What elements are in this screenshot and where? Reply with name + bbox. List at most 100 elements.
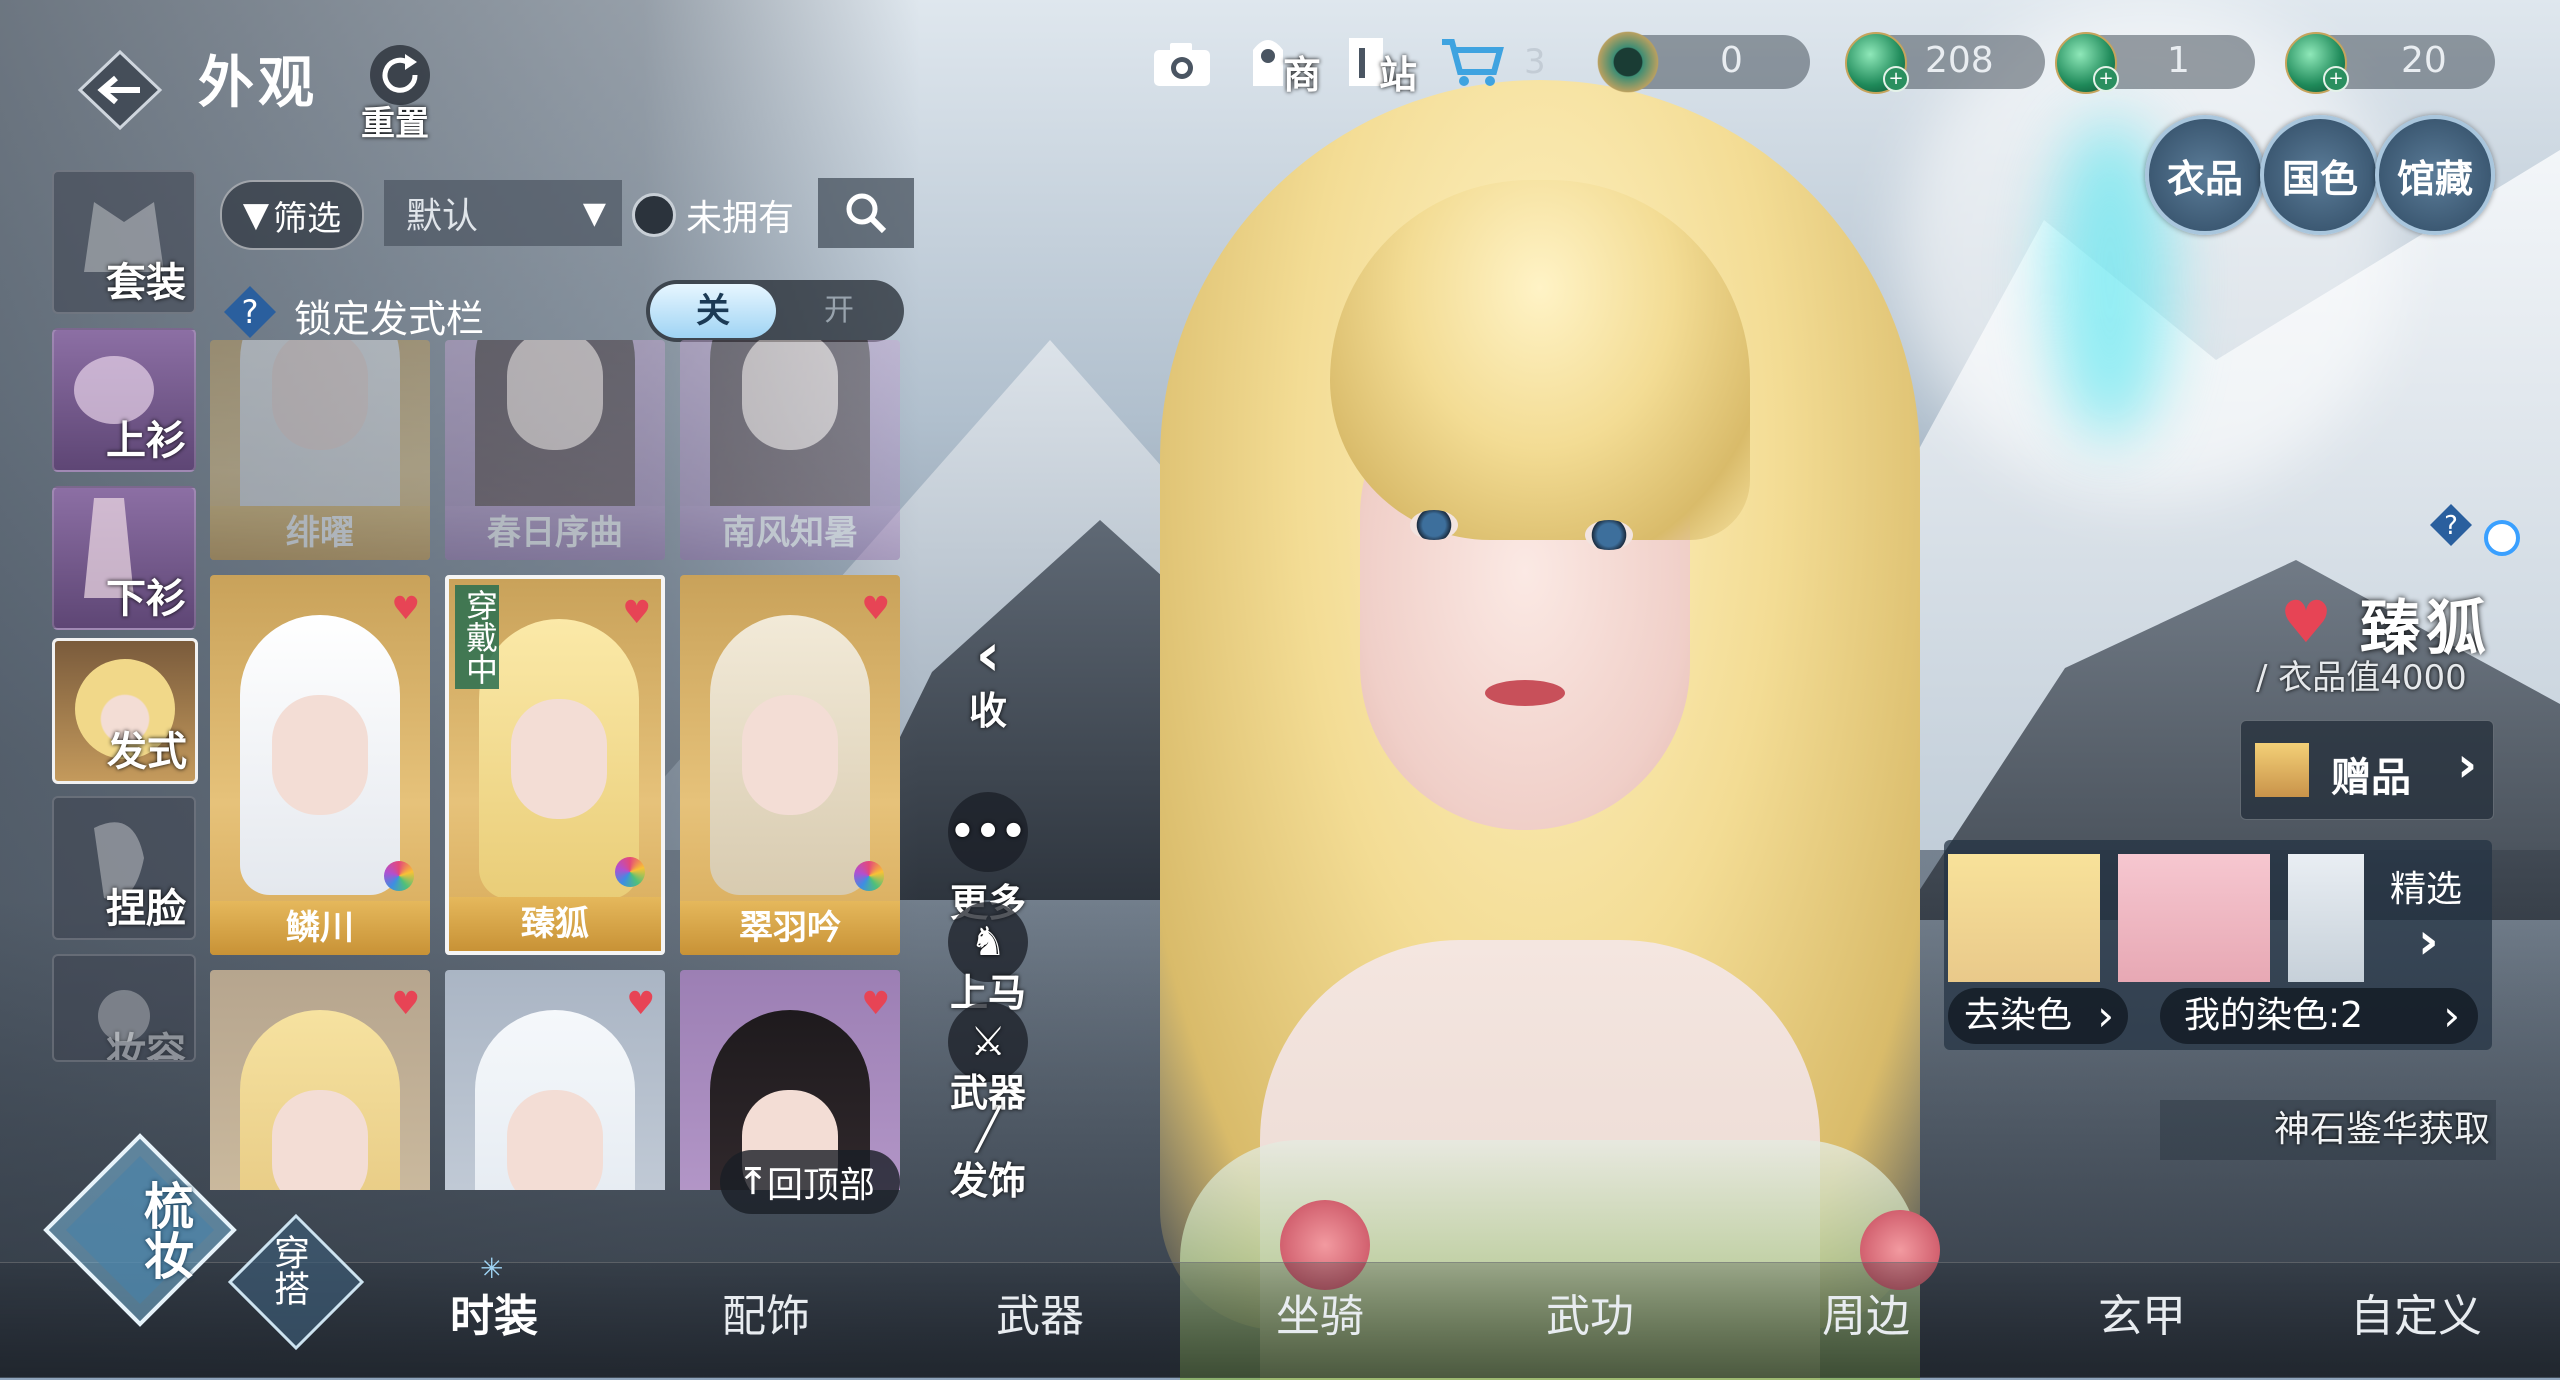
currency-value-gem-1: 208	[1925, 40, 1994, 81]
item-card[interactable]: 南风知暑	[680, 340, 900, 560]
side-tab-label: 下衫	[106, 576, 186, 622]
plus-icon[interactable]: +	[2093, 66, 2119, 92]
jade-ring-icon	[1590, 30, 1666, 94]
favorite-heart-icon[interactable]: ♥	[861, 984, 890, 1022]
tab-custom[interactable]: 自定义	[2350, 1280, 2482, 1344]
info-help-icon[interactable]: ?	[2428, 502, 2474, 548]
hairpin-icon: ╱	[975, 1107, 1001, 1153]
side-tab-suit[interactable]: 套装	[52, 170, 196, 314]
dye-thumbnail-3[interactable]	[2288, 854, 2364, 982]
side-tab-makeup[interactable]: 妆容	[52, 954, 196, 1062]
item-name: 春日序曲	[445, 506, 665, 560]
hair-accessory-label: 发饰	[949, 1159, 1026, 1203]
side-tab-hair[interactable]: 发式	[52, 638, 198, 784]
favorite-heart-icon[interactable]: ♥	[622, 593, 651, 631]
shop-label: 商	[1283, 53, 1322, 97]
favorite-heart-icon[interactable]: ♥	[861, 589, 890, 627]
search-button[interactable]	[818, 178, 914, 248]
more-dots-icon: •••	[948, 792, 1028, 872]
tab-martial[interactable]: 武功	[1546, 1280, 1634, 1344]
side-tab-face[interactable]: 捏脸	[52, 796, 196, 940]
national-color-button[interactable]: 国色	[2260, 115, 2380, 235]
dye-orb-icon	[615, 857, 645, 887]
tab-fashion[interactable]: 时装	[450, 1280, 538, 1344]
currency-gem-2[interactable]: + 1	[2055, 30, 2255, 94]
remove-dye-label: 去染色	[1964, 995, 2073, 1036]
favorite-heart-icon[interactable]: ♥	[391, 589, 420, 627]
reset-button[interactable]: 重置	[350, 40, 440, 144]
tab-weapon[interactable]: 武器	[996, 1280, 1084, 1344]
cart-count: 3	[1524, 42, 1546, 82]
back-arrow-icon	[77, 49, 163, 131]
plus-icon[interactable]: +	[2323, 66, 2349, 92]
search-icon	[846, 193, 887, 234]
station-label: 站	[1379, 53, 1418, 97]
item-card[interactable]: ♥	[445, 970, 665, 1190]
dye-thumbnail-2[interactable]	[2118, 854, 2270, 982]
item-name: 翠羽吟	[680, 901, 900, 955]
currency-gem-3[interactable]: + 20	[2285, 30, 2495, 94]
currency-gem-1[interactable]: + 208	[1845, 30, 2045, 94]
source-link[interactable]: 神石鉴华获取	[2160, 1100, 2496, 1160]
remove-dye-button[interactable]: 去染色 ›	[1948, 988, 2128, 1044]
chevron-right-icon: ›	[2097, 991, 2114, 1040]
filter-button[interactable]: ▼ 筛选	[220, 180, 364, 250]
favorite-heart-icon[interactable]: ♥	[2280, 588, 2332, 656]
dye-thumbnail-1[interactable]	[1948, 854, 2100, 982]
unowned-label: 未拥有	[686, 198, 795, 239]
tab-peripheral[interactable]: 周边	[1822, 1280, 1910, 1344]
side-tab-label: 妆容	[106, 1030, 186, 1062]
tab-mount[interactable]: 坐骑	[1276, 1280, 1364, 1344]
makeup-mode-button[interactable]: 梳妆	[40, 1130, 240, 1330]
item-card[interactable]: 春日序曲	[445, 340, 665, 560]
featured-label: 精选	[2390, 869, 2463, 910]
chevron-right-icon: ›	[2418, 912, 2439, 970]
shop-button[interactable]: 商	[1245, 30, 1325, 100]
info-target-icon[interactable]	[2484, 520, 2520, 556]
tab-accessory[interactable]: 配饰	[722, 1280, 810, 1344]
unowned-toggle[interactable]: 未拥有	[632, 185, 812, 245]
makeup-mode-label: 梳妆	[136, 1180, 194, 1280]
hair-accessory-button[interactable]: ╱ 发饰	[948, 1110, 1028, 1205]
item-name: 鳞川	[210, 901, 430, 955]
item-card[interactable]: ♥	[210, 970, 430, 1190]
side-tab-bottom[interactable]: 下衫	[52, 486, 196, 630]
item-value: / 衣品值4000	[2256, 658, 2467, 698]
chevron-right-icon: ›	[2443, 991, 2460, 1040]
svg-text:?: ?	[2444, 511, 2458, 541]
gift-thumbnail	[2255, 743, 2309, 797]
collapse-panel-button[interactable]: ‹ 收	[948, 625, 1028, 735]
sort-value: 默认	[406, 196, 479, 237]
side-tab-label: 捏脸	[106, 886, 186, 932]
back-button[interactable]	[70, 40, 170, 140]
favorite-heart-icon[interactable]: ♥	[391, 984, 420, 1022]
my-dye-label: 我的染色:2	[2184, 995, 2364, 1036]
wearing-badge: 穿戴中	[455, 585, 499, 689]
collection-button[interactable]: 馆藏	[2375, 115, 2495, 235]
back-to-top-button[interactable]: ⤒ 回顶部	[720, 1150, 900, 1214]
tab-armor[interactable]: 玄甲	[2098, 1280, 2186, 1344]
item-card[interactable]: 绯曜	[210, 340, 430, 560]
favorite-heart-icon[interactable]: ♥	[626, 984, 655, 1022]
camera-button[interactable]	[1152, 40, 1212, 90]
my-dye-button[interactable]: 我的染色:2 ›	[2160, 988, 2478, 1044]
character-model[interactable]	[1080, 60, 1980, 1380]
item-card[interactable]: ♥ 鳞川	[210, 575, 430, 955]
weapon-button[interactable]: ⚔ 武器	[948, 1002, 1028, 1117]
page-title: 外观	[198, 51, 318, 116]
outfit-mode-button[interactable]: 穿搭	[226, 1212, 366, 1352]
gift-button[interactable]: 赠品 ›	[2240, 720, 2494, 820]
wardrobe-score-button[interactable]: 衣品	[2145, 115, 2265, 235]
cart-button[interactable]: 3	[1440, 36, 1560, 96]
featured-button[interactable]: 精选 ›	[2374, 854, 2484, 982]
item-card[interactable]: ♥ 翠羽吟	[680, 575, 900, 955]
sort-dropdown[interactable]: 默认 ▼	[384, 180, 622, 246]
currency-jade[interactable]: 0	[1590, 30, 1810, 94]
mount-button[interactable]: ♞ 上马	[948, 902, 1028, 1017]
side-tab-top[interactable]: 上衫	[52, 328, 196, 472]
svg-text:?: ?	[242, 293, 259, 331]
station-button[interactable]: 站	[1345, 30, 1425, 100]
item-card-selected[interactable]: ♥ 穿戴中 臻狐	[445, 575, 665, 955]
plus-icon[interactable]: +	[1883, 66, 1909, 92]
back-to-top-label: 回顶部	[766, 1165, 875, 1206]
